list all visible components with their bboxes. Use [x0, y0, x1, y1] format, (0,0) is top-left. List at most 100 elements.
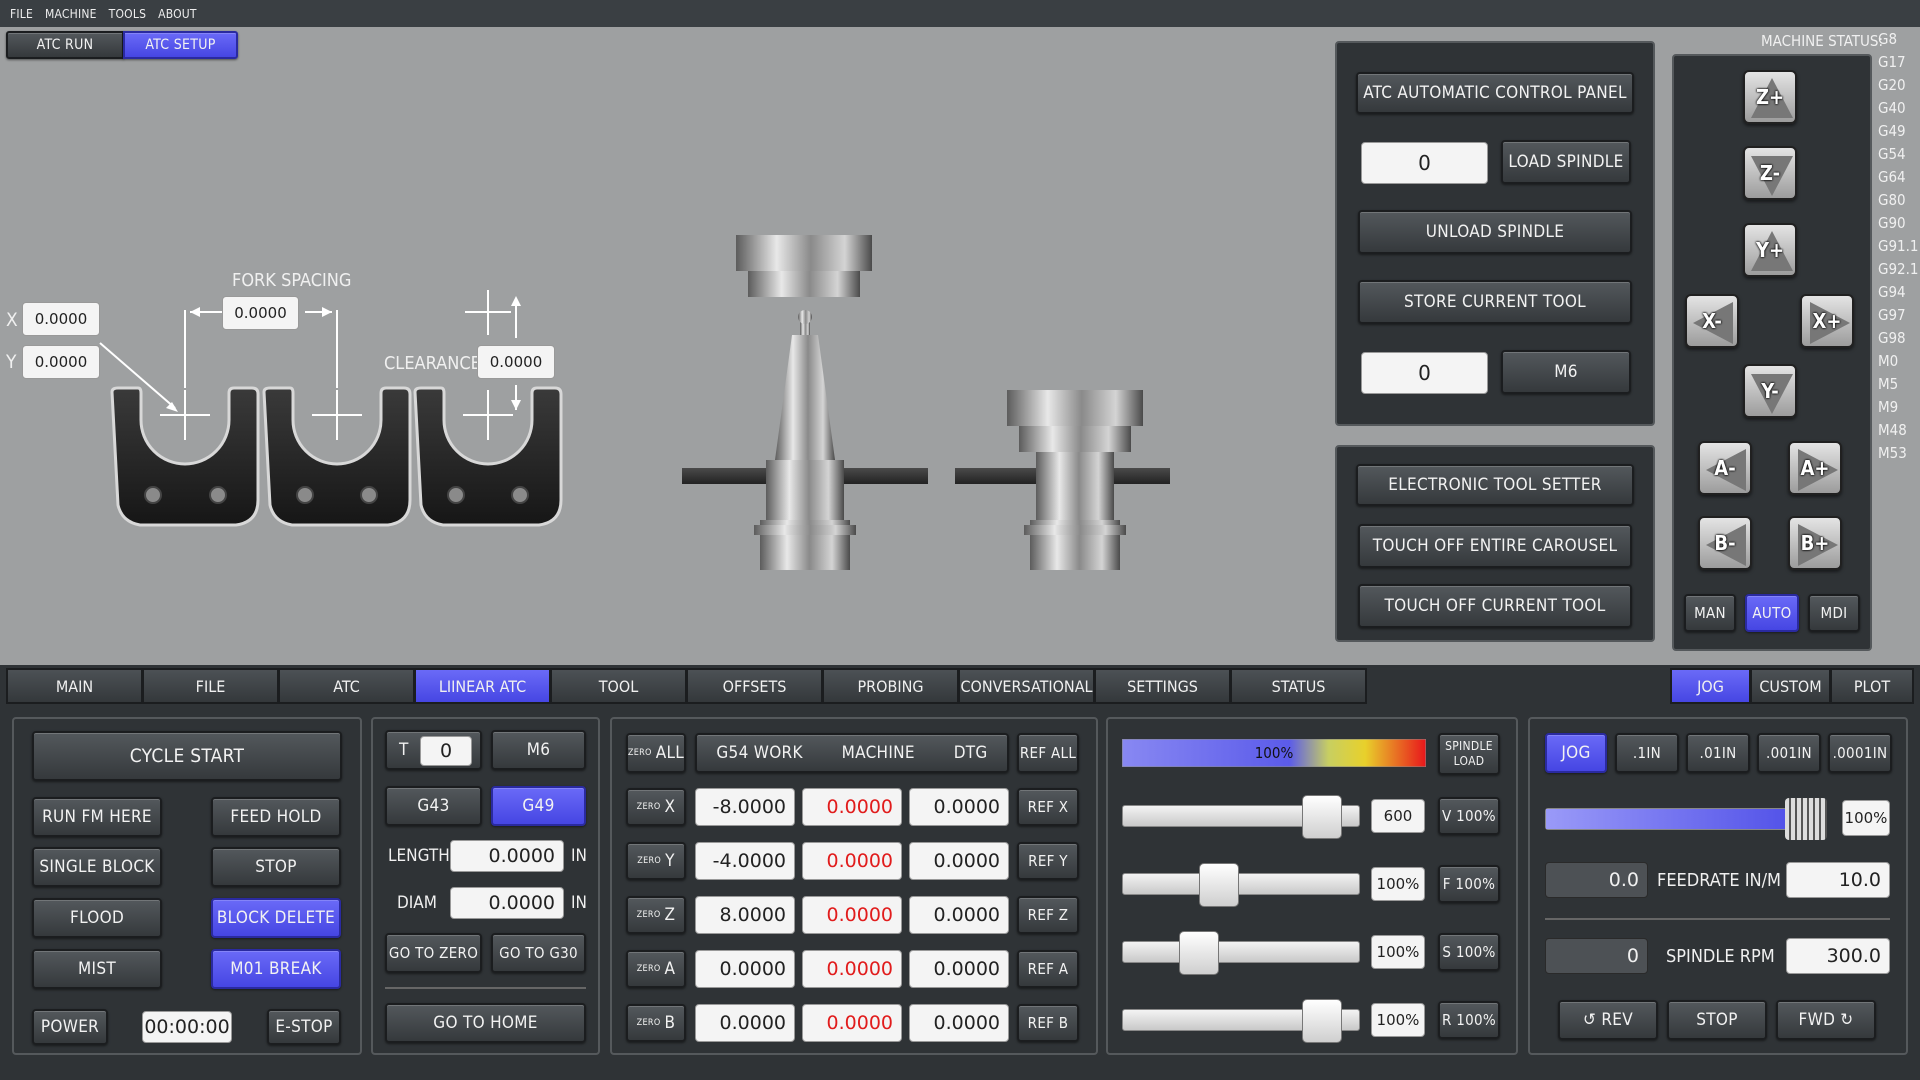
jog-b-minus-button[interactable]: B-: [1698, 516, 1752, 570]
jog-x-plus-button[interactable]: X+: [1800, 294, 1854, 348]
override-reset-button[interactable]: S 100%: [1438, 933, 1500, 971]
menu-machine[interactable]: MACHINE: [45, 7, 97, 21]
tool-diam-field[interactable]: 0.0000: [450, 887, 564, 919]
mist-button[interactable]: MIST: [32, 949, 162, 989]
load-spindle-button[interactable]: LOAD SPINDLE: [1501, 140, 1631, 184]
feedrate-set-field[interactable]: 10.0: [1786, 862, 1890, 898]
override-slider-track[interactable]: [1122, 873, 1360, 895]
override-slider-handle[interactable]: [1179, 931, 1220, 975]
load-tool-input[interactable]: 0: [1361, 142, 1488, 184]
jog-x-minus-button[interactable]: X-: [1685, 294, 1739, 348]
jog-y-plus-button[interactable]: Y+: [1743, 223, 1797, 277]
run-from-here-button[interactable]: RUN FM HERE: [32, 797, 162, 837]
main-tab-main[interactable]: MAIN: [6, 668, 143, 704]
go-to-home-button[interactable]: GO TO HOME: [385, 1003, 586, 1043]
fork-y-input[interactable]: 0.0000: [22, 345, 100, 379]
jog-a-plus-button[interactable]: A+: [1788, 441, 1842, 495]
override-reset-button[interactable]: F 100%: [1438, 865, 1500, 903]
jog-step-0.0001-button[interactable]: .0001IN: [1828, 733, 1892, 773]
flood-button[interactable]: FLOOD: [32, 898, 162, 938]
jog-a-minus-button[interactable]: A-: [1698, 441, 1752, 495]
tab-atc-setup[interactable]: ATC SETUP: [123, 31, 238, 59]
stop-button[interactable]: STOP: [211, 847, 341, 887]
override-slider-track[interactable]: [1122, 941, 1360, 963]
jog-toggle-button[interactable]: JOG: [1545, 733, 1607, 773]
g43-button[interactable]: G43: [385, 786, 482, 826]
main-tab-offsets[interactable]: OFFSETS: [686, 668, 823, 704]
tool-length-field[interactable]: 0.0000: [450, 840, 564, 872]
jog-step-0.001-button[interactable]: .001IN: [1757, 733, 1821, 773]
ref-z-button[interactable]: REF Z: [1017, 896, 1079, 934]
override-slider-handle[interactable]: [1302, 999, 1343, 1043]
jog-rate-handle[interactable]: [1784, 798, 1827, 840]
menu-tools[interactable]: TOOLS: [109, 7, 146, 21]
mode-auto-button[interactable]: AUTO: [1745, 594, 1799, 632]
spindle-stop-button[interactable]: STOP: [1667, 1000, 1767, 1040]
work-a-value[interactable]: 0.0000: [695, 950, 795, 988]
ref-b-button[interactable]: REF B: [1017, 1004, 1079, 1042]
ref-y-button[interactable]: REF Y: [1017, 842, 1079, 880]
override-slider-handle[interactable]: [1302, 795, 1343, 839]
main-tab-atc[interactable]: ATC: [278, 668, 415, 704]
spindle-fwd-button[interactable]: FWD ↻: [1776, 1000, 1876, 1040]
main-tab-tool[interactable]: TOOL: [550, 668, 687, 704]
work-z-value[interactable]: 8.0000: [695, 896, 795, 934]
zero-z-button[interactable]: ZERO Z: [626, 896, 686, 934]
touch-off-current-tool-button[interactable]: TOUCH OFF CURRENT TOOL: [1358, 584, 1632, 628]
feed-hold-button[interactable]: FEED HOLD: [211, 797, 341, 837]
go-to-g30-button[interactable]: GO TO G30: [491, 933, 586, 973]
zero-x-button[interactable]: ZERO X: [626, 788, 686, 826]
store-current-tool-button[interactable]: STORE CURRENT TOOL: [1358, 280, 1632, 324]
jog-z-plus-button[interactable]: Z+: [1743, 70, 1797, 124]
tab-jog[interactable]: JOG: [1670, 668, 1751, 704]
mode-man-button[interactable]: MAN: [1684, 594, 1736, 632]
main-tab-conversational[interactable]: CONVERSATIONAL: [958, 668, 1095, 704]
cycle-start-button[interactable]: CYCLE START: [32, 731, 342, 781]
jog-y-minus-button[interactable]: Y-: [1743, 364, 1797, 418]
work-x-value[interactable]: -8.0000: [695, 788, 795, 826]
m01-break-button[interactable]: M01 BREAK: [211, 949, 341, 989]
tab-custom[interactable]: CUSTOM: [1750, 668, 1831, 704]
ref-a-button[interactable]: REF A: [1017, 950, 1079, 988]
tab-plot[interactable]: PLOT: [1830, 668, 1914, 704]
estop-button[interactable]: E-STOP: [267, 1009, 341, 1045]
jog-z-minus-button[interactable]: Z-: [1743, 146, 1797, 200]
block-delete-button[interactable]: BLOCK DELETE: [211, 898, 341, 938]
main-tab-status[interactable]: STATUS: [1230, 668, 1367, 704]
override-reset-button[interactable]: V 100%: [1438, 797, 1500, 835]
main-tab-liinear-atc[interactable]: LIINEAR ATC: [414, 668, 551, 704]
ref-x-button[interactable]: REF X: [1017, 788, 1079, 826]
g49-button[interactable]: G49: [491, 786, 586, 826]
override-slider-handle[interactable]: [1199, 863, 1240, 907]
fork-spacing-input[interactable]: 0.0000: [222, 296, 299, 330]
clearance-input[interactable]: 0.0000: [477, 345, 555, 379]
jog-step-0.1-button[interactable]: .1IN: [1615, 733, 1679, 773]
mode-mdi-button[interactable]: MDI: [1808, 594, 1860, 632]
jog-step-0.01-button[interactable]: .01IN: [1686, 733, 1750, 773]
ref-all-button[interactable]: REF ALL: [1017, 733, 1079, 773]
main-tab-probing[interactable]: PROBING: [822, 668, 959, 704]
single-block-button[interactable]: SINGLE BLOCK: [32, 847, 162, 887]
main-tab-file[interactable]: FILE: [142, 668, 279, 704]
zero-a-button[interactable]: ZERO A: [626, 950, 686, 988]
zero-y-button[interactable]: ZERO Y: [626, 842, 686, 880]
override-reset-button[interactable]: R 100%: [1438, 1001, 1500, 1039]
work-b-value[interactable]: 0.0000: [695, 1004, 795, 1042]
m6-button[interactable]: M6: [1501, 350, 1631, 394]
menu-about[interactable]: ABOUT: [158, 7, 197, 21]
tool-m6-button[interactable]: M6: [491, 730, 586, 770]
power-button[interactable]: POWER: [32, 1009, 108, 1045]
spindle-rpm-set-field[interactable]: 300.0: [1786, 938, 1890, 974]
spindle-rev-button[interactable]: ↺ REV: [1558, 1000, 1658, 1040]
main-tab-settings[interactable]: SETTINGS: [1094, 668, 1231, 704]
zero-b-button[interactable]: ZERO B: [626, 1004, 686, 1042]
go-to-zero-button[interactable]: GO TO ZERO: [385, 933, 482, 973]
fork-x-input[interactable]: 0.0000: [22, 302, 100, 336]
tool-number-input[interactable]: 0: [420, 736, 472, 766]
touch-off-carousel-button[interactable]: TOUCH OFF ENTIRE CAROUSEL: [1358, 524, 1632, 568]
work-y-value[interactable]: -4.0000: [695, 842, 795, 880]
zero-all-button[interactable]: ZERO ALL: [626, 733, 686, 773]
m6-tool-input[interactable]: 0: [1361, 352, 1488, 394]
jog-b-plus-button[interactable]: B+: [1788, 516, 1842, 570]
menu-file[interactable]: FILE: [10, 7, 33, 21]
